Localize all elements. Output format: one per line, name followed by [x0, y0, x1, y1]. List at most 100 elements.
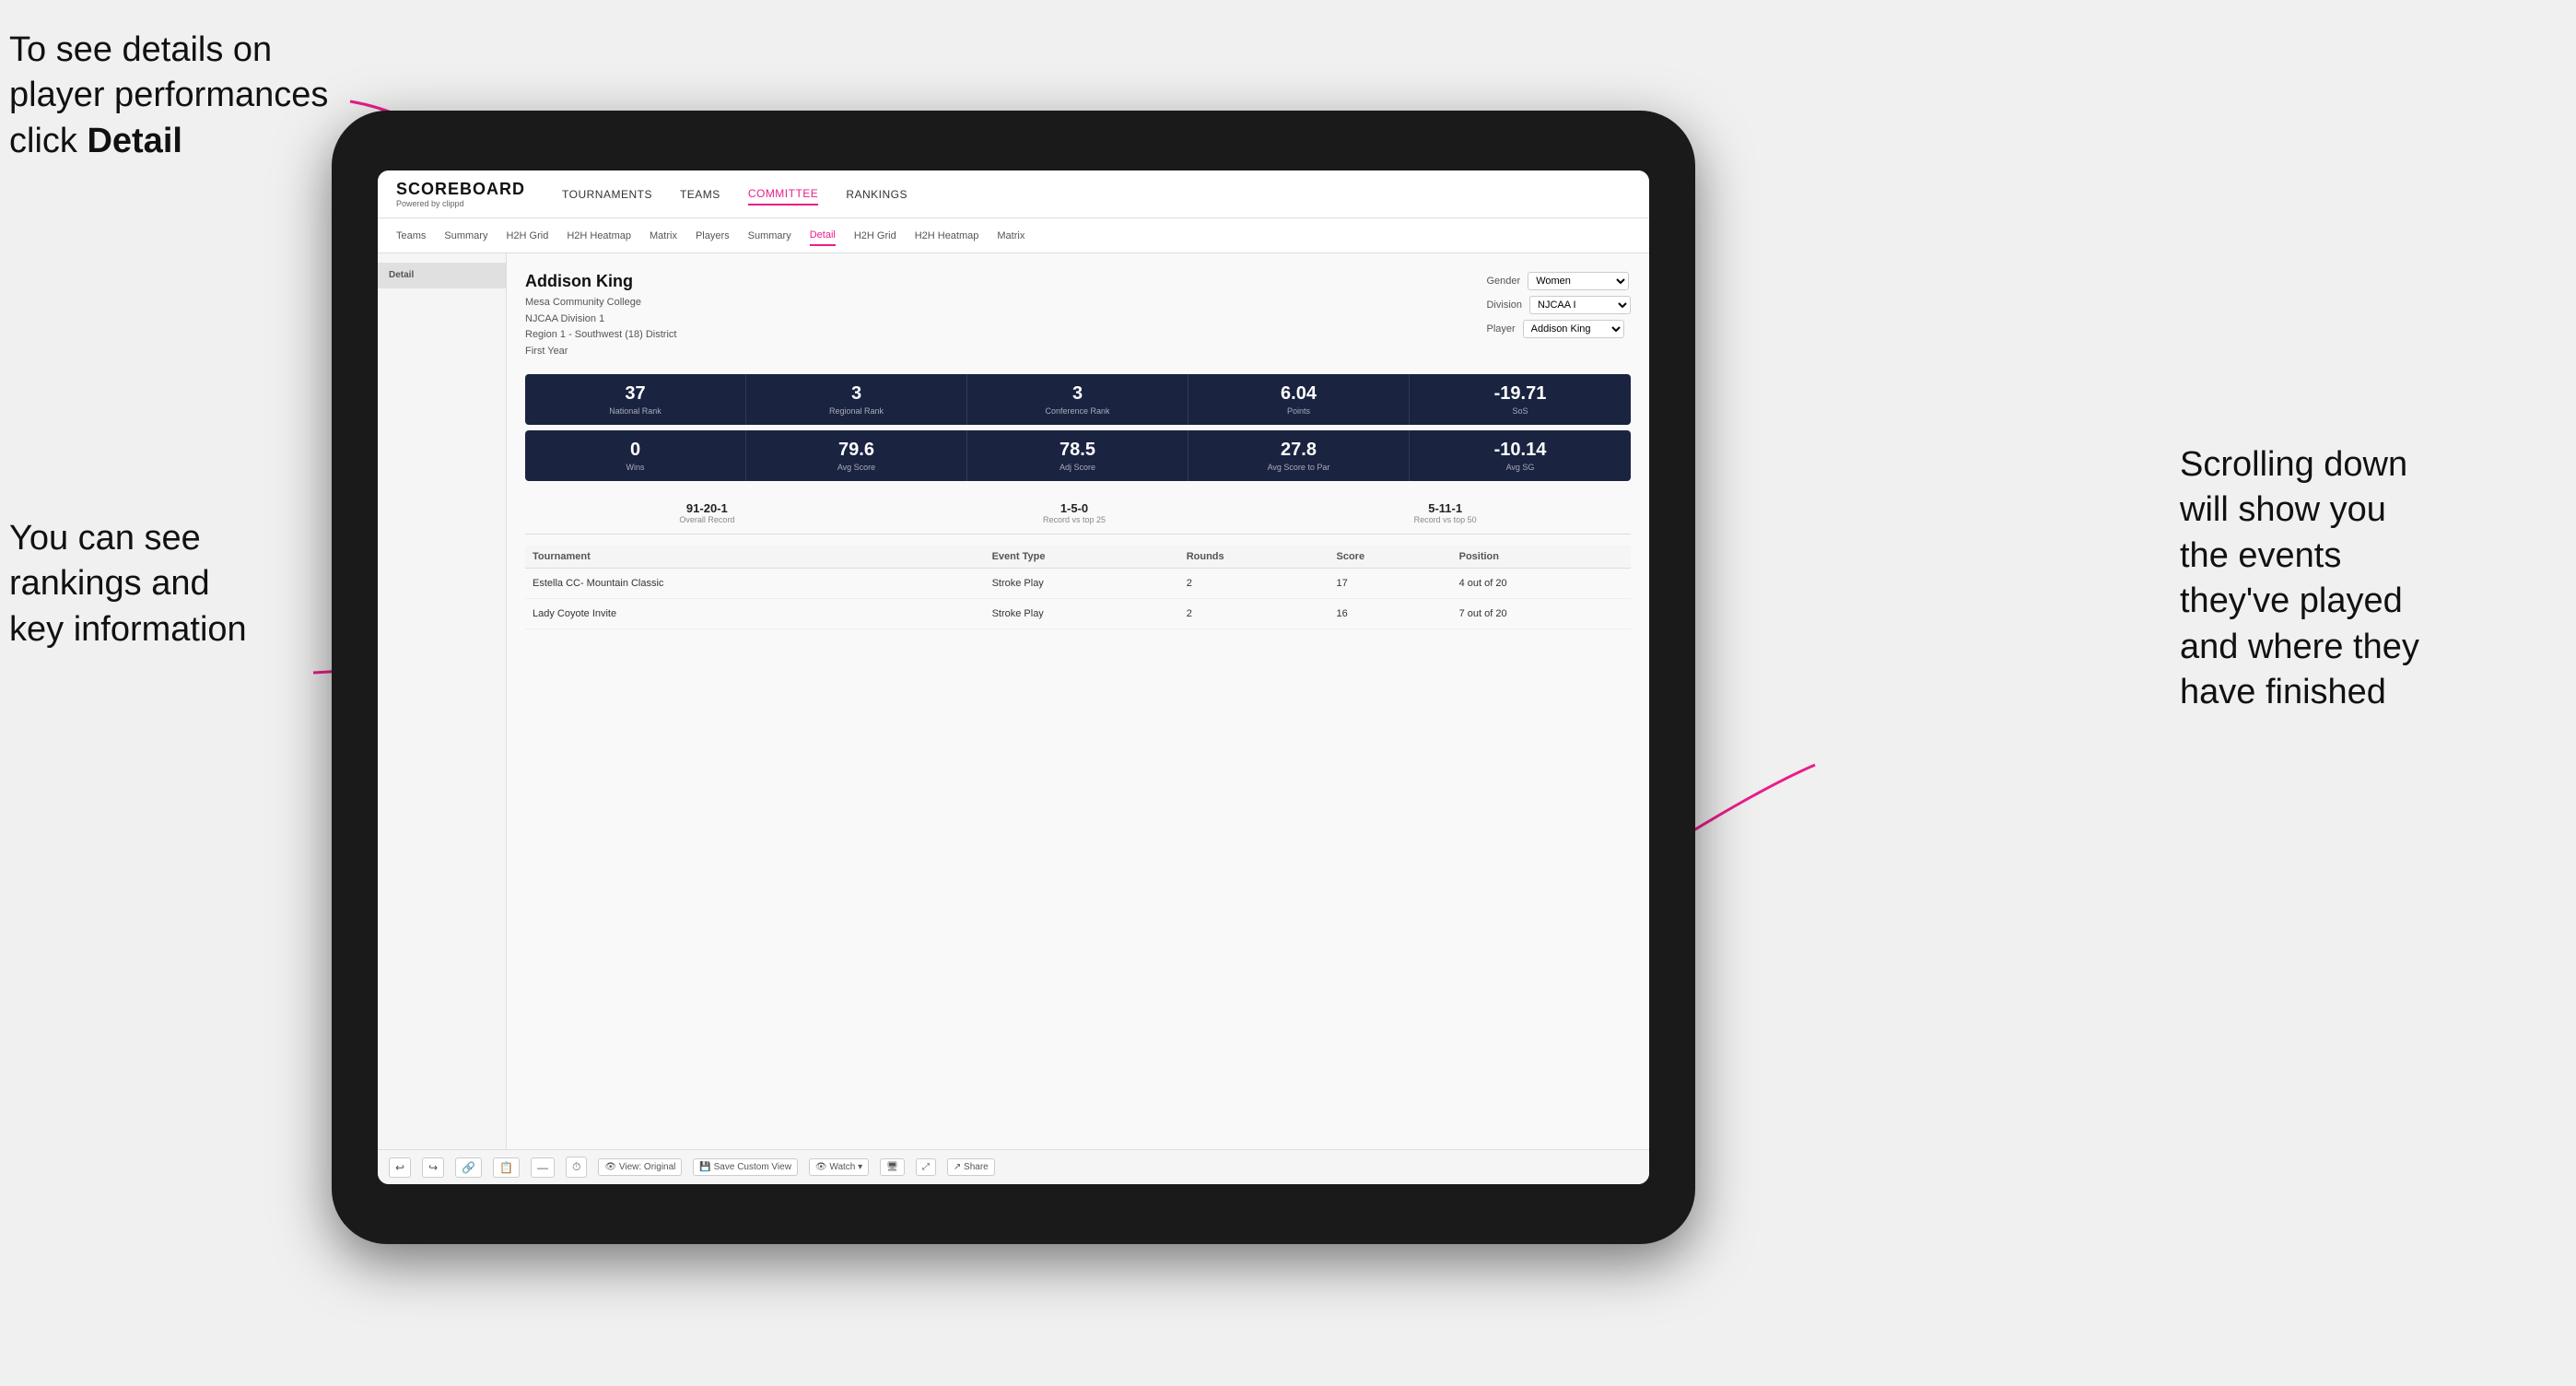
row2-tournament: Lady Coyote Invite — [525, 599, 943, 629]
content-area[interactable]: Addison King Mesa Community College NJCA… — [507, 253, 1649, 1149]
toolbar-expand[interactable]: ⤢ — [916, 1158, 936, 1176]
sos-value: -19.71 — [1421, 383, 1620, 405]
national-rank-label: National Rank — [536, 406, 734, 416]
avg-score-par-value: 27.8 — [1200, 440, 1398, 461]
player-name: Addison King — [525, 272, 676, 291]
avg-score-value: 79.6 — [757, 440, 955, 461]
toolbar-undo[interactable]: ↩ — [389, 1157, 411, 1178]
toolbar-screen[interactable]: 🖥 — [880, 1158, 905, 1176]
division-label: Division — [1486, 300, 1522, 311]
toolbar-watch[interactable]: 👁 Watch ▾ — [809, 1158, 869, 1176]
player-division: NJCAA Division 1 — [525, 311, 676, 328]
annotation-bottom-left: You can see rankings and key information — [9, 516, 322, 652]
record-top25-label: Record vs top 25 — [1043, 515, 1106, 524]
nav-rankings[interactable]: RANKINGS — [846, 184, 907, 205]
avg-score-par-label: Avg Score to Par — [1200, 463, 1398, 472]
stat-points: 6.04 Points — [1188, 374, 1410, 425]
sub-nav-matrix2[interactable]: Matrix — [997, 227, 1025, 245]
national-rank-value: 37 — [536, 383, 734, 405]
gender-label: Gender — [1486, 276, 1520, 287]
records-row: 91-20-1 Overall Record 1-5-0 Record vs t… — [525, 492, 1631, 534]
player-region: Region 1 - Southwest (18) District — [525, 327, 676, 344]
annotation-right: Scrolling down will show you the events … — [2180, 442, 2530, 715]
gender-select[interactable]: Women — [1528, 272, 1629, 290]
division-select[interactable]: NJCAA I — [1529, 296, 1631, 314]
stat-adj-score: 78.5 Adj Score — [967, 430, 1188, 481]
row2-rounds: 2 — [1179, 599, 1329, 629]
player-school: Mesa Community College — [525, 295, 676, 311]
col-empty — [943, 546, 985, 569]
bottom-toolbar: ↩ ↪ 🔗 📋 — ⏱ 👁 View: Original 💾 Save Cust… — [378, 1149, 1649, 1184]
sub-nav-h2h-grid1[interactable]: H2H Grid — [506, 227, 548, 245]
player-filter-row: Player Addison King — [1486, 320, 1631, 338]
sidebar-item-detail[interactable]: Detail — [378, 263, 506, 288]
nav-teams[interactable]: TEAMS — [680, 184, 720, 205]
player-header: Addison King Mesa Community College NJCA… — [525, 272, 1631, 359]
logo-text: SCOREBOARD — [396, 180, 525, 199]
toolbar-share[interactable]: ↗ Share — [947, 1158, 995, 1176]
tablet-screen: SCOREBOARD Powered by clippd TOURNAMENTS… — [378, 170, 1649, 1184]
nav-committee[interactable]: COMMITTEE — [748, 183, 819, 206]
stat-regional-rank: 3 Regional Rank — [746, 374, 967, 425]
toolbar-timer[interactable]: ⏱ — [566, 1157, 587, 1178]
division-filter-row: Division NJCAA I — [1486, 296, 1631, 314]
row1-score: 17 — [1329, 569, 1451, 599]
conference-rank-value: 3 — [978, 383, 1177, 405]
row1-tournament: Estella CC- Mountain Classic — [525, 569, 943, 599]
sub-nav-players[interactable]: Players — [696, 227, 730, 245]
player-select[interactable]: Addison King — [1523, 320, 1624, 338]
stat-avg-score-par: 27.8 Avg Score to Par — [1188, 430, 1410, 481]
stat-national-rank: 37 National Rank — [525, 374, 746, 425]
record-overall-value: 91-20-1 — [679, 501, 734, 515]
stat-wins: 0 Wins — [525, 430, 746, 481]
col-event-type: Event Type — [985, 546, 1179, 569]
player-info: Addison King Mesa Community College NJCA… — [525, 272, 676, 359]
adj-score-label: Adj Score — [978, 463, 1177, 472]
col-tournament: Tournament — [525, 546, 943, 569]
regional-rank-label: Regional Rank — [757, 406, 955, 416]
tablet-device: SCOREBOARD Powered by clippd TOURNAMENTS… — [332, 111, 1695, 1244]
conference-rank-label: Conference Rank — [978, 406, 1177, 416]
points-value: 6.04 — [1200, 383, 1398, 405]
player-year: First Year — [525, 344, 676, 360]
sub-nav-teams[interactable]: Teams — [396, 227, 426, 245]
logo-area: SCOREBOARD Powered by clippd — [396, 180, 525, 208]
record-top50: 5-11-1 Record vs top 50 — [1414, 501, 1477, 524]
sub-nav: Teams Summary H2H Grid H2H Heatmap Matri… — [378, 218, 1649, 253]
toolbar-redo[interactable]: ↪ — [422, 1157, 444, 1178]
tournament-table: Tournament Event Type Rounds Score Posit… — [525, 546, 1631, 629]
avg-score-label: Avg Score — [757, 463, 955, 472]
player-filters: Gender Women Division NJCAA I — [1486, 272, 1631, 359]
nav-tournaments[interactable]: TOURNAMENTS — [562, 184, 652, 205]
toolbar-view-original[interactable]: 👁 View: Original — [598, 1158, 682, 1176]
row1-event-type: Stroke Play — [985, 569, 1179, 599]
player-label: Player — [1486, 323, 1515, 335]
table-row: Estella CC- Mountain Classic Stroke Play… — [525, 569, 1631, 599]
record-top50-label: Record vs top 50 — [1414, 515, 1477, 524]
toolbar-link[interactable]: 🔗 — [455, 1157, 482, 1178]
table-row: Lady Coyote Invite Stroke Play 2 16 7 ou… — [525, 599, 1631, 629]
sos-label: SoS — [1421, 406, 1620, 416]
record-top25: 1-5-0 Record vs top 25 — [1043, 501, 1106, 524]
sub-nav-summary2[interactable]: Summary — [748, 227, 791, 245]
sub-nav-matrix1[interactable]: Matrix — [650, 227, 677, 245]
toolbar-copy[interactable]: 📋 — [493, 1157, 520, 1178]
stats-row-2: 0 Wins 79.6 Avg Score 78.5 Adj Score 27.… — [525, 430, 1631, 481]
sub-nav-h2h-grid2[interactable]: H2H Grid — [854, 227, 896, 245]
row2-score: 16 — [1329, 599, 1451, 629]
record-overall-label: Overall Record — [679, 515, 734, 524]
avg-sg-label: Avg SG — [1421, 463, 1620, 472]
row1-rounds: 2 — [1179, 569, 1329, 599]
annotation-top-left: To see details on player performances cl… — [9, 28, 359, 164]
sub-nav-summary1[interactable]: Summary — [444, 227, 487, 245]
avg-sg-value: -10.14 — [1421, 440, 1620, 461]
toolbar-separator[interactable]: — — [531, 1157, 555, 1178]
sub-nav-h2h-heatmap2[interactable]: H2H Heatmap — [915, 227, 979, 245]
col-score: Score — [1329, 546, 1451, 569]
wins-label: Wins — [536, 463, 734, 472]
gender-filter-row: Gender Women — [1486, 272, 1631, 290]
sub-nav-h2h-heatmap1[interactable]: H2H Heatmap — [567, 227, 631, 245]
toolbar-save-custom[interactable]: 💾 Save Custom View — [693, 1158, 798, 1176]
record-top50-value: 5-11-1 — [1414, 501, 1477, 515]
sub-nav-detail[interactable]: Detail — [810, 226, 836, 246]
